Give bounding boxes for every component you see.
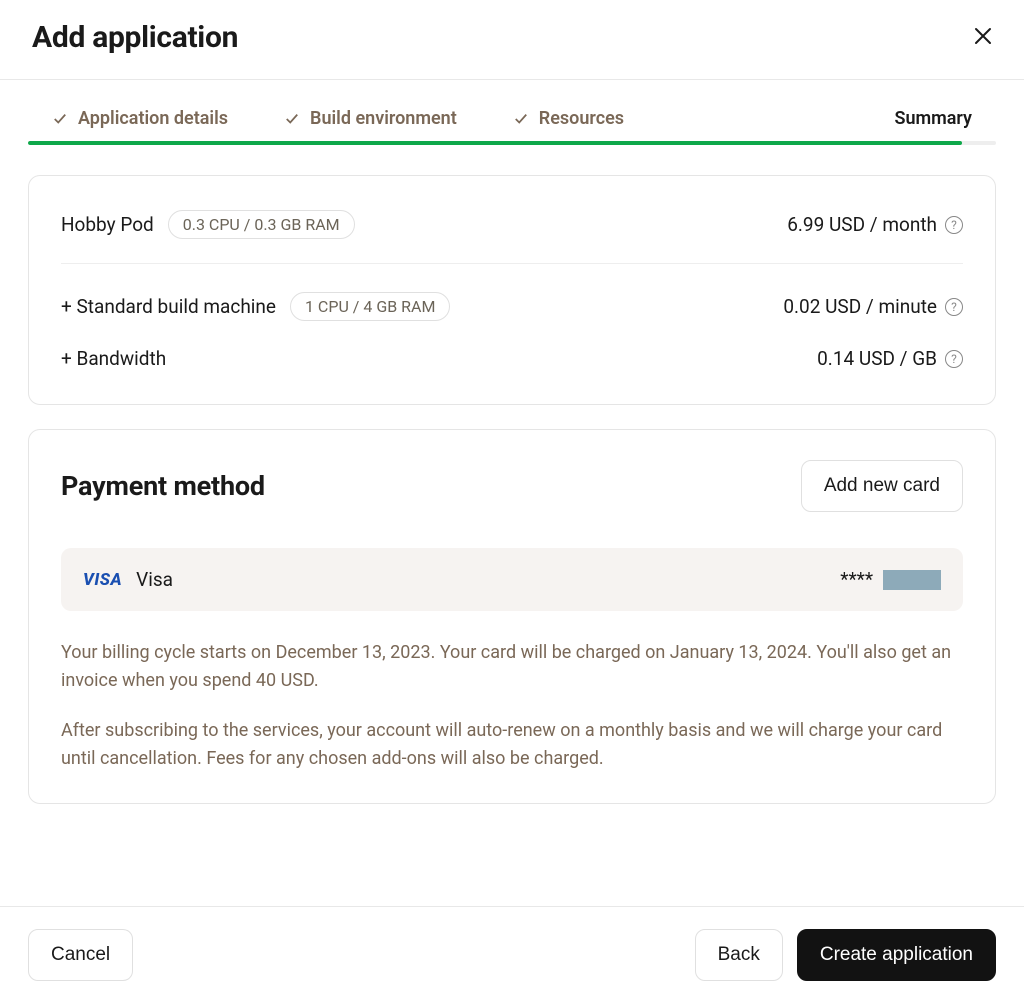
payment-method-card: Payment method Add new card VISA Visa **… — [28, 429, 996, 804]
create-application-button[interactable]: Create application — [797, 929, 996, 981]
summary-row-build-machine: + Standard build machine 1 CPU / 4 GB RA… — [61, 288, 963, 325]
add-new-card-button[interactable]: Add new card — [801, 460, 963, 512]
item-specs-pill: 0.3 CPU / 0.3 GB RAM — [168, 210, 355, 239]
summary-row-pod: Hobby Pod 0.3 CPU / 0.3 GB RAM 6.99 USD … — [61, 206, 963, 264]
cancel-button[interactable]: Cancel — [28, 929, 133, 981]
card-last4-redacted — [883, 570, 941, 590]
help-icon[interactable]: ? — [945, 350, 963, 368]
item-specs-pill: 1 CPU / 4 GB RAM — [290, 292, 450, 321]
progress-bar — [28, 141, 996, 145]
summary-row-bandwidth: + Bandwidth 0.14 USD / GB ? — [61, 343, 963, 374]
check-icon — [284, 111, 300, 127]
step-label: Application details — [78, 108, 228, 129]
check-icon — [513, 111, 529, 127]
step-label: Summary — [894, 108, 972, 129]
step-application-details[interactable]: Application details — [52, 108, 228, 129]
modal-footer: Cancel Back Create application — [0, 906, 1024, 1003]
step-resources[interactable]: Resources — [513, 108, 624, 129]
back-button[interactable]: Back — [695, 929, 783, 981]
wizard-stepper: Application details Build environment Re… — [28, 80, 996, 141]
visa-logo-icon: VISA — [83, 570, 122, 590]
saved-card-row[interactable]: VISA Visa **** — [61, 548, 963, 611]
close-icon — [974, 25, 992, 50]
card-brand-label: Visa — [136, 568, 173, 591]
payment-title: Payment method — [61, 470, 265, 502]
modal-header: Add application — [0, 0, 1024, 80]
close-button[interactable] — [970, 23, 996, 53]
item-price: 0.14 USD / GB — [817, 347, 937, 370]
pricing-summary-card: Hobby Pod 0.3 CPU / 0.3 GB RAM 6.99 USD … — [28, 175, 996, 405]
help-icon[interactable]: ? — [945, 298, 963, 316]
step-summary[interactable]: Summary — [894, 108, 972, 129]
modal-title: Add application — [32, 20, 238, 55]
card-mask: **** — [840, 568, 873, 591]
step-label: Build environment — [310, 108, 457, 129]
item-label: Hobby Pod — [61, 213, 154, 236]
item-label: + Bandwidth — [61, 347, 166, 370]
progress-fill — [28, 141, 962, 145]
item-price: 6.99 USD / month — [787, 213, 937, 236]
billing-cycle-note: Your billing cycle starts on December 13… — [61, 639, 963, 695]
help-icon[interactable]: ? — [945, 216, 963, 234]
check-icon — [52, 111, 68, 127]
auto-renew-note: After subscribing to the services, your … — [61, 717, 963, 773]
step-label: Resources — [539, 108, 624, 129]
item-price: 0.02 USD / minute — [783, 295, 937, 318]
item-label: + Standard build machine — [61, 295, 276, 318]
step-build-environment[interactable]: Build environment — [284, 108, 457, 129]
